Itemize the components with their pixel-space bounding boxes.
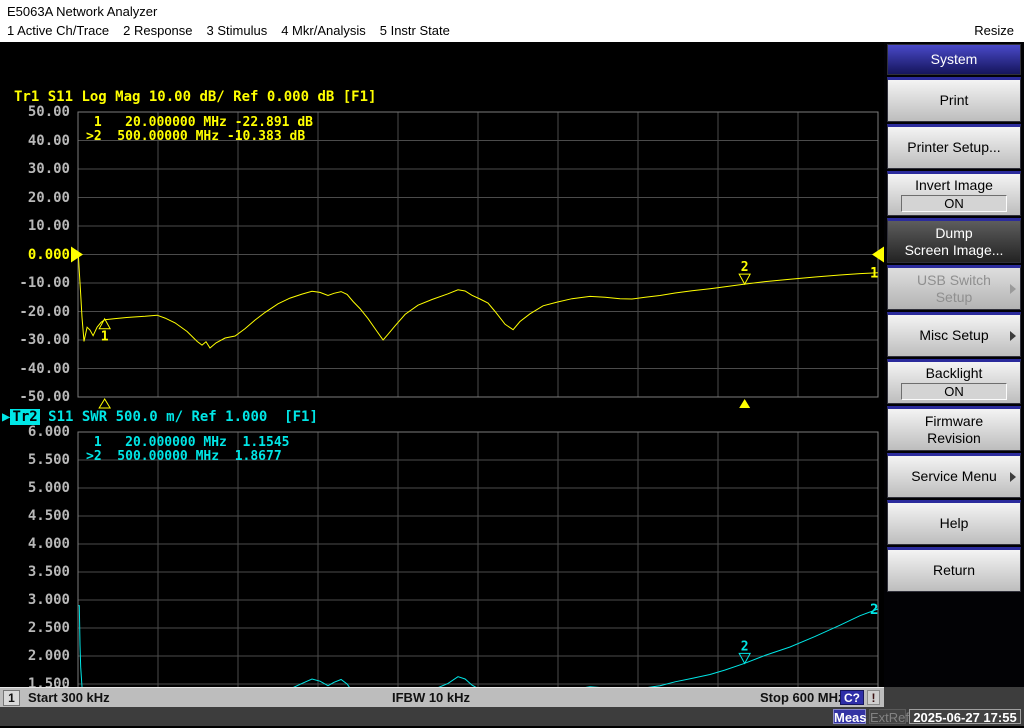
softkey-label: Setup: [935, 288, 973, 305]
y-axis-label-Tr2: 3.000: [27, 592, 70, 608]
marker-readout-row-Tr1: >2 500.00000 MHz -10.383 dB: [86, 129, 306, 144]
grid-Tr2: [78, 432, 878, 687]
marker-2-number-Tr2: 2: [741, 639, 749, 654]
marker-1-number-Tr1: 1: [101, 330, 109, 345]
grid-Tr1: [78, 112, 878, 397]
softkey-label: Service Menu: [911, 468, 997, 484]
menu-item-1[interactable]: 1 Active Ch/Trace: [7, 23, 109, 38]
softkey-invert-image[interactable]: Invert Image ON: [887, 171, 1021, 216]
softkey-label: USB Switch: [917, 271, 991, 288]
softkey-firmware-revision[interactable]: Firmware Revision: [887, 406, 1021, 451]
trace-header-Tr1[interactable]: Tr1 S11 Log Mag 10.00 dB/ Ref 0.000 dB […: [2, 89, 376, 105]
y-axis-label-Tr1: -10.00: [19, 275, 70, 291]
marker-1-stimulus-Tr1[interactable]: [98, 398, 112, 409]
menu-item-3[interactable]: 3 Stimulus: [207, 23, 268, 38]
titlebar: E5063A Network Analyzer: [0, 0, 1024, 22]
marker-readout-row-Tr1: 1 20.000000 MHz -22.891 dB: [86, 115, 313, 130]
channel-number: 1: [3, 690, 20, 706]
y-axis-label-Tr2: 6.000: [27, 424, 70, 440]
marker-readout-row-Tr2: 1 20.000000 MHz 1.1545: [86, 435, 290, 450]
softkey-label: Return: [932, 562, 976, 578]
ref-level-arrow-left-Tr1[interactable]: [71, 246, 83, 263]
resize-button[interactable]: Resize: [974, 23, 1014, 38]
softkey-label: Invert Image: [915, 177, 993, 193]
warning-badge: !: [867, 690, 880, 705]
trace-end-label-Tr2: 2: [870, 602, 878, 618]
softkey-label: Printer Setup...: [907, 139, 1001, 155]
trace-format-scale: S11 Log Mag 10.00 dB/ Ref 0.000 dB [F1]: [39, 89, 377, 105]
softkey-service-menu[interactable]: Service Menu: [887, 453, 1021, 498]
window-title: E5063A Network Analyzer: [7, 4, 158, 19]
softkey-print[interactable]: Print: [887, 77, 1021, 122]
y-axis-label-Tr1: 30.00: [27, 161, 70, 177]
y-axis-label-Tr1: -50.00: [19, 389, 70, 405]
softkey-return[interactable]: Return: [887, 547, 1021, 592]
y-axis-label-Tr1: -20.00: [19, 303, 70, 320]
status-corner: [884, 687, 1024, 707]
trace-name-badge: Tr2: [10, 409, 40, 425]
y-axis-label-Tr2: 2.500: [27, 620, 70, 636]
display-area: 1 2 1 2 2 Tr1 S11 Log Mag 10.00 dB/ Ref 0.000…: [0, 42, 884, 720]
menu-item-2[interactable]: 2 Response: [123, 23, 192, 38]
extref-status: ExtRef: [869, 709, 910, 725]
softkey-label: Firmware: [924, 412, 984, 429]
y-axis-label-Tr1: -40.00: [19, 360, 70, 377]
softkey-toggle-state: ON: [901, 383, 1007, 400]
y-axis-label-Tr1: 10.00: [27, 218, 70, 234]
y-axis-label-Tr2: 5.000: [27, 480, 70, 496]
trace-name: Tr1: [14, 89, 40, 105]
meas-status-badge: Meas: [833, 709, 867, 725]
softkey-label: Revision: [927, 429, 981, 446]
softkey-label: Help: [939, 515, 969, 531]
y-axis-label-Tr1: 50.00: [27, 104, 70, 120]
marker-readout-row-Tr2: >2 500.00000 MHz 1.8677: [86, 449, 282, 464]
marker-2-stimulus-Tr1[interactable]: [739, 399, 751, 408]
softkey-help[interactable]: Help: [887, 500, 1021, 545]
y-axis-label-Tr2: 4.000: [27, 536, 70, 552]
y-axis-label-Tr1: -30.00: [19, 332, 70, 348]
correction-status-badge: C?: [840, 690, 864, 705]
sweep-stop-label[interactable]: Stop 600 MHz: [760, 690, 845, 705]
sweep-start-label[interactable]: Start 300 kHz: [28, 690, 110, 705]
softkey-printer-setup[interactable]: Printer Setup...: [887, 124, 1021, 169]
softkey-dump-screen-image[interactable]: Dump Screen Image...: [887, 218, 1021, 263]
y-axis-label-Tr2: 5.500: [27, 452, 70, 468]
trace-format-scale: S11 SWR 500.0 m/ Ref 1.000 [F1]: [39, 409, 318, 425]
marker-2-number-Tr1: 2: [741, 260, 749, 275]
y-axis-label-Tr2: 3.500: [27, 564, 70, 580]
y-axis-label-Tr2: 2.000: [27, 648, 70, 664]
softkey-backlight[interactable]: Backlight ON: [887, 359, 1021, 404]
channel-bar: 1 Start 300 kHz IFBW 10 kHz Stop 600 MHz…: [0, 687, 884, 707]
softkey-label: Dump: [935, 224, 973, 241]
ifbw-label[interactable]: IFBW 10 kHz: [392, 690, 470, 705]
softkey-label: Misc Setup: [919, 327, 989, 343]
trace-header-Tr2[interactable]: ▶ Tr2 S11 SWR 500.0 m/ Ref 1.000 [F1]: [2, 409, 318, 425]
menubar: 1 Active Ch/Trace 2 Response 3 Stimulus 4 M…: [0, 22, 1024, 42]
status-bar: Meas ExtRef 2025-06-27 17:55: [0, 707, 1024, 728]
softkey-label: Screen Image...: [904, 241, 1004, 258]
submenu-arrow-icon: [1010, 471, 1016, 482]
softkey-panel: System Print Printer Setup... Invert Image O…: [884, 42, 1024, 687]
y-axis-label-Tr1: 40.00: [27, 132, 70, 149]
menu-item-5[interactable]: 5 Instr State: [380, 23, 450, 38]
y-axis-label-Tr2: 4.500: [27, 508, 70, 524]
y-axis-label-Tr1: 0.000: [27, 246, 70, 263]
submenu-arrow-icon: [1010, 330, 1016, 341]
submenu-arrow-icon: [1010, 283, 1016, 294]
analyzer-window: E5063A Network Analyzer 1 Active Ch/Trac…: [0, 0, 1024, 728]
softkey-label: Backlight: [925, 365, 983, 381]
softkey-label: Print: [939, 92, 969, 108]
softkey-usb-switch-setup: USB Switch Setup: [887, 265, 1021, 310]
clock: 2025-06-27 17:55: [909, 709, 1021, 725]
trace-end-label-Tr1: 1: [870, 266, 878, 282]
softkey-misc-setup[interactable]: Misc Setup: [887, 312, 1021, 357]
softkey-toggle-state: ON: [901, 195, 1007, 212]
y-axis-label-Tr1: 20.00: [27, 189, 70, 206]
softkey-header-system[interactable]: System: [887, 44, 1021, 75]
menu-item-4[interactable]: 4 Mkr/Analysis: [281, 23, 366, 38]
